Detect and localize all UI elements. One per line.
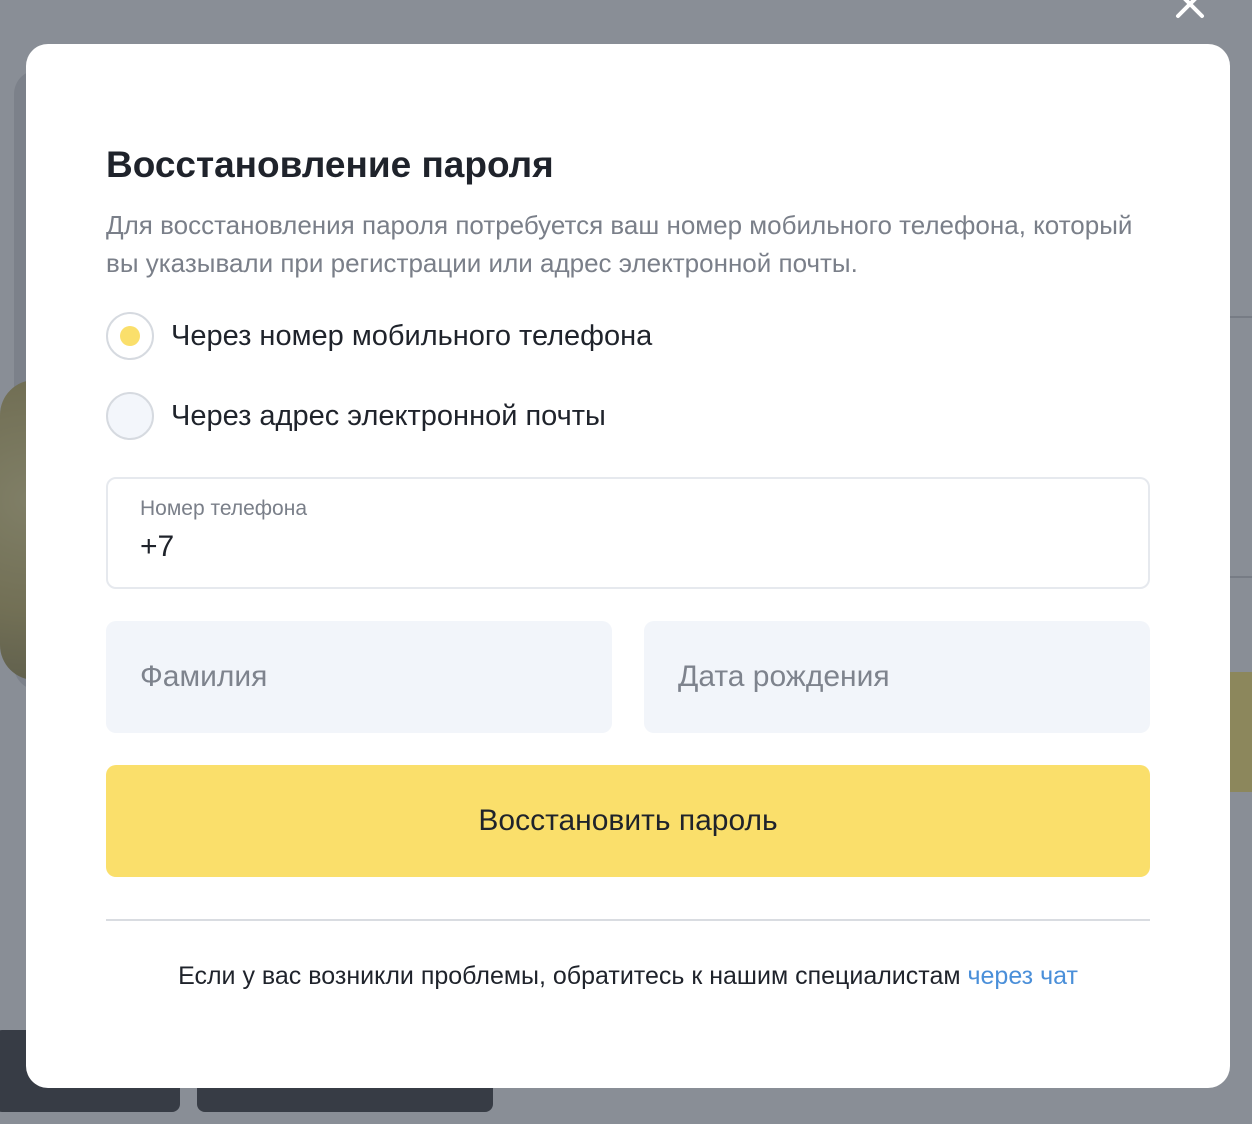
- radio-selected-dot: [120, 326, 140, 346]
- help-text: Если у вас возникли проблемы, обратитесь…: [106, 959, 1150, 993]
- help-message: Если у вас возникли проблемы, обратитесь…: [178, 962, 968, 990]
- modal-title: Восстановление пароля: [106, 144, 554, 185]
- surname-field[interactable]: [106, 621, 612, 733]
- password-recovery-modal: Восстановление пароля Для восстановления…: [26, 44, 1230, 1088]
- phone-field-label: Номер телефона: [140, 497, 308, 520]
- radio-option-phone[interactable]: Через номер мобильного телефона: [106, 311, 1150, 361]
- radio-button-email[interactable]: [106, 392, 154, 440]
- restore-password-button[interactable]: Восстановить пароль: [106, 765, 1150, 877]
- surname-input[interactable]: [140, 660, 578, 694]
- personal-fields-row: [106, 621, 1150, 733]
- modal-description: Для восстановления пароля потребуется ва…: [106, 210, 1133, 278]
- phone-input[interactable]: [140, 527, 1116, 567]
- birthdate-input[interactable]: [678, 660, 1116, 694]
- close-icon: [1176, 0, 1204, 18]
- phone-field[interactable]: Номер телефона: [106, 477, 1150, 589]
- radio-label-phone: Через номер мобильного телефона: [171, 319, 653, 352]
- radio-label-email: Через адрес электронной почты: [171, 399, 606, 432]
- divider: [106, 919, 1150, 921]
- birthdate-field[interactable]: [644, 621, 1150, 733]
- chat-link[interactable]: через чат: [967, 962, 1077, 990]
- close-button[interactable]: [1168, 0, 1212, 26]
- radio-button-phone[interactable]: [106, 312, 154, 360]
- radio-option-email[interactable]: Через адрес электронной почты: [106, 391, 1150, 441]
